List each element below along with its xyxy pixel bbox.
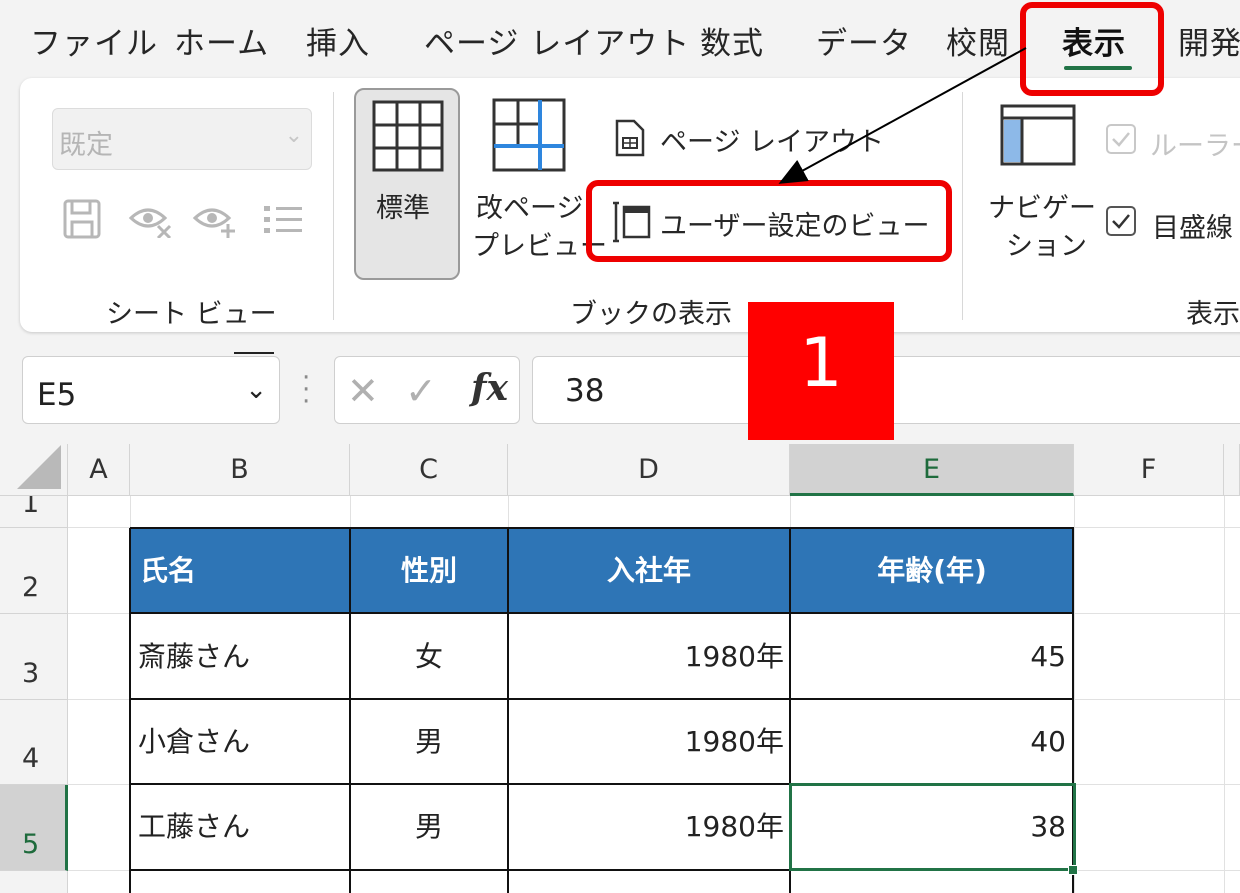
- step-number: 1: [799, 324, 843, 403]
- callout-arrow: [778, 47, 1027, 184]
- step-number-badge: 1: [748, 302, 894, 440]
